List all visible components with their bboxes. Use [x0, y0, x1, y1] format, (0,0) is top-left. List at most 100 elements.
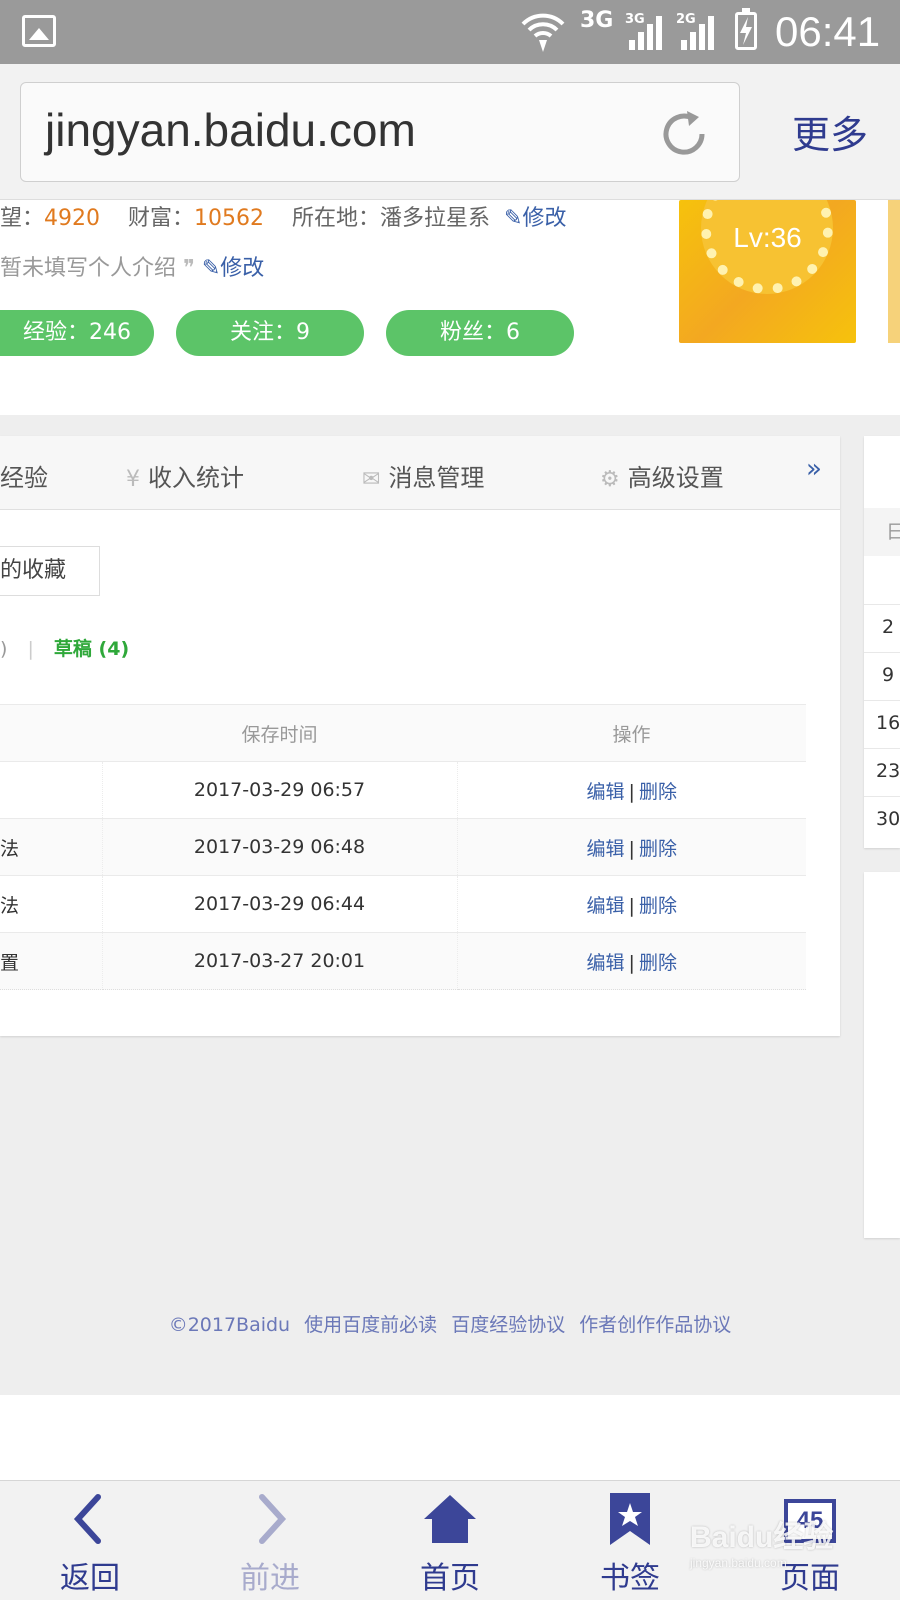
calendar-divider [864, 796, 900, 797]
edit-intro-label: 修改 [220, 256, 265, 281]
filter-separator: | [27, 638, 34, 660]
row-save-time: 2017-03-29 06:48 [102, 818, 458, 876]
pencil-icon: ✎ [504, 206, 523, 231]
calendar-date[interactable]: 9 [882, 664, 894, 686]
signal-icon-2 [681, 16, 714, 50]
prev-filter-tail[interactable]: ) [0, 638, 7, 660]
row-title[interactable] [0, 761, 103, 819]
tabs-more-icon[interactable]: » [806, 454, 822, 484]
reload-icon[interactable] [657, 107, 711, 161]
tab-income-stats[interactable]: ¥ 收入统计 [126, 458, 244, 493]
table-row: 法 2017-03-29 06:44 编辑 | 删除 [0, 875, 806, 933]
battery-charging-icon [735, 8, 757, 50]
edit-intro-link[interactable]: ✎修改 [202, 256, 264, 281]
calendar-divider [864, 652, 900, 653]
prestige-value: 4920 [44, 206, 101, 231]
col-actions-header: 操作 [457, 704, 806, 762]
clock: 06:41 [775, 8, 881, 55]
watermark-brand: Baidu经验 [690, 1521, 834, 1554]
row-title[interactable]: 法 [0, 875, 103, 933]
edit-link[interactable]: 编辑 [587, 952, 625, 974]
forward-button[interactable]: 前进 [180, 1481, 360, 1600]
row-save-time: 2017-03-29 06:44 [102, 875, 458, 933]
row-actions: 编辑 | 删除 [457, 875, 806, 933]
footer-spacer [0, 1395, 900, 1480]
action-separator: | [628, 894, 635, 917]
gallery-notification-icon [22, 15, 56, 47]
table-row: 2017-03-29 06:57 编辑 | 删除 [0, 761, 806, 819]
level-label: Lv:36 [733, 222, 802, 253]
pencil-icon: ✎ [201, 256, 221, 281]
status-bar: 3G 3G 2G 06:41 [0, 0, 900, 64]
my-favorites-button[interactable]: 的收藏 [0, 546, 100, 596]
watermark-site: jingyan.baidu.com [690, 1556, 787, 1570]
calendar-date[interactable]: 30 [876, 808, 900, 830]
bookmark-icon [610, 1493, 650, 1545]
edit-link[interactable]: 编辑 [587, 838, 625, 860]
profile-intro: 暂未填写个人介绍 ❞ ✎修改 [0, 250, 264, 282]
profile-stats: 望：4920 财富：10562 所在地：潘多拉星系 ✎修改 [0, 200, 566, 232]
wealth-value: 10562 [194, 206, 265, 231]
page-footer: ©2017Baidu 使用百度前必读 百度经验协议 作者创作作品协议 [0, 1310, 900, 1337]
table-header-row: 保存时间 操作 [0, 704, 806, 762]
forward-arrow-icon [259, 1494, 287, 1544]
tab-settings-label: 高级设置 [627, 464, 724, 492]
tab-experience-label: 经验 [0, 464, 48, 492]
row-title[interactable]: 置 [0, 932, 103, 990]
profile-section: 望：4920 财富：10562 所在地：潘多拉星系 ✎修改 暂未填写个人介绍 ❞… [0, 200, 900, 415]
calendar-widget: 日 2 9 16 23 30 [864, 436, 900, 848]
row-actions: 编辑 | 删除 [457, 932, 806, 990]
edit-location-label: 修改 [522, 206, 567, 231]
footer-link-author-agreement[interactable]: 作者创作作品协议 [579, 1314, 731, 1336]
drafts-filter-link[interactable]: 草稿 (4) [54, 638, 129, 660]
delete-link[interactable]: 删除 [639, 838, 677, 860]
status-filter: ) | 草稿 (4) [0, 634, 129, 661]
more-menu-button[interactable]: 更多 [792, 104, 868, 159]
yen-icon: ¥ [126, 467, 140, 492]
calendar-divider [864, 604, 900, 605]
experience-pill[interactable]: 经验：246 [0, 310, 154, 356]
location-value: 潘多拉星系 [380, 206, 491, 231]
footer-link-agreement[interactable]: 百度经验协议 [451, 1314, 565, 1336]
network-type-label: 3G [580, 8, 614, 33]
level-badge[interactable]: Lv:36 [679, 200, 856, 343]
following-pill[interactable]: 关注：9 [176, 310, 364, 356]
nav-tabs: 经验 ¥ 收入统计 ✉ 消息管理 ⚙ 高级设置 » [0, 436, 840, 510]
home-button[interactable]: 首页 [360, 1481, 540, 1600]
delete-link[interactable]: 删除 [639, 781, 677, 803]
row-title[interactable]: 法 [0, 818, 103, 876]
intro-text: 暂未填写个人介绍 [0, 256, 177, 281]
tab-experience[interactable]: 经验 [0, 458, 48, 493]
fans-pill[interactable]: 粉丝：6 [386, 310, 574, 356]
quote-icon: ❞ [183, 256, 195, 281]
tab-messages-label: 消息管理 [388, 464, 485, 492]
edit-location-link[interactable]: ✎修改 [504, 206, 566, 231]
forward-label: 前进 [240, 1561, 300, 1596]
edit-link[interactable]: 编辑 [587, 781, 625, 803]
calendar-date[interactable]: 23 [876, 760, 900, 782]
row-save-time: 2017-03-27 20:01 [102, 932, 458, 990]
baidu-watermark: Baidu经验 jingyan.baidu.com [690, 1512, 833, 1570]
row-actions: 编辑 | 删除 [457, 761, 806, 819]
col-save-time-header: 保存时间 [102, 704, 457, 762]
calendar-divider [864, 700, 900, 701]
calendar-weekday-header: 日 [864, 508, 900, 556]
delete-link[interactable]: 删除 [639, 895, 677, 917]
home-label: 首页 [420, 1561, 480, 1596]
address-bar[interactable]: jingyan.baidu.com [20, 82, 740, 182]
url-text[interactable]: jingyan.baidu.com [45, 103, 416, 157]
back-label: 返回 [60, 1561, 120, 1596]
signal-icon [629, 16, 662, 50]
footer-link-terms[interactable]: 使用百度前必读 [304, 1314, 437, 1336]
edit-link[interactable]: 编辑 [587, 895, 625, 917]
tab-messages[interactable]: ✉ 消息管理 [362, 458, 484, 493]
wifi-icon [521, 13, 565, 52]
calendar-date[interactable]: 2 [882, 616, 894, 638]
tab-advanced-settings[interactable]: ⚙ 高级设置 [600, 458, 724, 493]
delete-link[interactable]: 删除 [639, 952, 677, 974]
home-icon [424, 1495, 476, 1543]
calendar-date[interactable]: 16 [876, 712, 900, 734]
mail-icon: ✉ [362, 467, 381, 492]
location-label: 所在地： [292, 206, 381, 231]
back-button[interactable]: 返回 [0, 1481, 180, 1600]
